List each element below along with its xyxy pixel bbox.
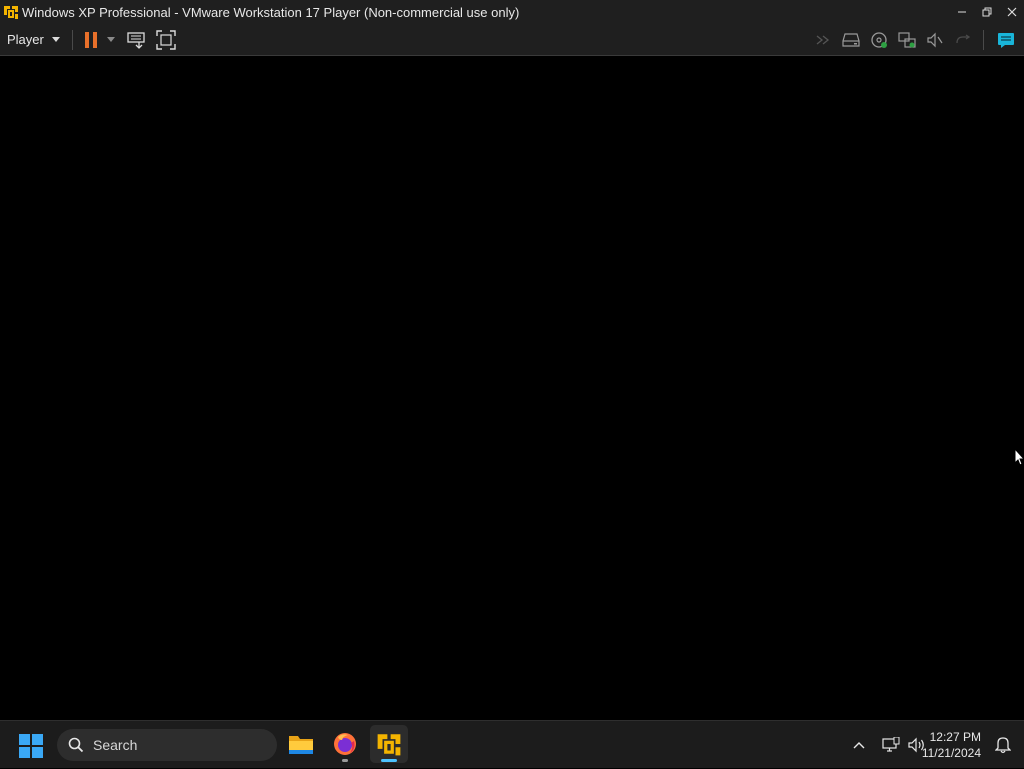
chevron-down-icon <box>51 37 60 42</box>
clock-button[interactable]: 12:27 PM 11/21/2024 <box>922 729 981 761</box>
pause-button[interactable] <box>81 29 101 51</box>
restore-button[interactable] <box>974 0 999 24</box>
close-button[interactable] <box>999 0 1024 24</box>
usb-button[interactable] <box>951 28 975 52</box>
player-toolbar: Player <box>0 24 1024 56</box>
network-icon <box>882 737 900 752</box>
power-options-dropdown[interactable] <box>104 29 118 51</box>
vmware-player-icon <box>377 734 401 756</box>
minimize-icon <box>957 11 966 13</box>
system-tray: 12:27 PM 11/21/2024 <box>824 721 1024 769</box>
toolbar-divider-right <box>983 29 984 50</box>
clock-time: 12:27 PM <box>929 730 981 744</box>
sound-button[interactable] <box>923 28 947 52</box>
start-button[interactable] <box>18 733 44 759</box>
show-hidden-icons-button[interactable] <box>849 735 869 755</box>
sound-icon <box>927 32 943 47</box>
notification-bell-icon <box>995 737 1011 754</box>
fullscreen-icon <box>156 29 176 50</box>
forward-icon <box>816 34 830 45</box>
taskbar-search[interactable]: Search <box>57 729 277 761</box>
network-adapter-icon <box>898 31 916 48</box>
close-icon <box>1007 7 1016 17</box>
windows-logo-icon <box>19 734 43 758</box>
usb-icon <box>956 33 971 43</box>
search-placeholder: Search <box>93 737 138 753</box>
file-explorer-icon <box>289 736 313 754</box>
network-adapter-button[interactable] <box>895 28 919 52</box>
cd-dvd-button[interactable] <box>867 28 891 52</box>
clock-date: 11/21/2024 <box>921 746 981 760</box>
window-controls <box>949 0 1024 24</box>
window-title: Windows XP Professional - VMware Worksta… <box>22 4 520 20</box>
forward-button[interactable] <box>811 28 835 52</box>
taskbar-file-explorer[interactable] <box>282 725 320 763</box>
message-log-button[interactable] <box>994 28 1018 52</box>
full-screen-button[interactable] <box>154 28 178 52</box>
vm-display[interactable] <box>0 56 1024 720</box>
player-menu-label: Player <box>7 32 44 47</box>
firefox-icon <box>334 733 356 755</box>
notifications-button[interactable] <box>993 735 1013 755</box>
network-status-button[interactable] <box>881 735 901 755</box>
taskbar-firefox[interactable] <box>326 725 364 763</box>
message-log-icon <box>998 32 1014 48</box>
send-ctrl-alt-del-icon <box>127 31 145 49</box>
mouse-cursor-icon <box>1014 448 1024 466</box>
hard-disk-button[interactable] <box>839 28 863 52</box>
player-menu-button[interactable]: Player <box>7 28 60 52</box>
taskbar: Search 12:27 PM 11/21/2024 <box>0 720 1024 768</box>
send-ctrl-alt-del-button[interactable] <box>124 28 148 52</box>
dropdown-arrow-icon <box>106 37 115 42</box>
restore-icon <box>982 7 991 17</box>
chevron-up-icon <box>853 742 865 749</box>
active-indicator <box>381 759 397 762</box>
hard-disk-icon <box>842 32 860 47</box>
toolbar-divider <box>71 29 73 50</box>
pause-icon <box>84 31 97 48</box>
running-indicator <box>342 759 348 762</box>
device-icons <box>807 24 1024 55</box>
search-icon <box>68 737 84 753</box>
vmware-app-icon[interactable] <box>3 4 19 20</box>
minimize-button[interactable] <box>949 0 974 24</box>
taskbar-vmware-player[interactable] <box>370 725 408 763</box>
cd-dvd-icon <box>871 31 887 48</box>
title-bar: Windows XP Professional - VMware Worksta… <box>0 0 1024 24</box>
